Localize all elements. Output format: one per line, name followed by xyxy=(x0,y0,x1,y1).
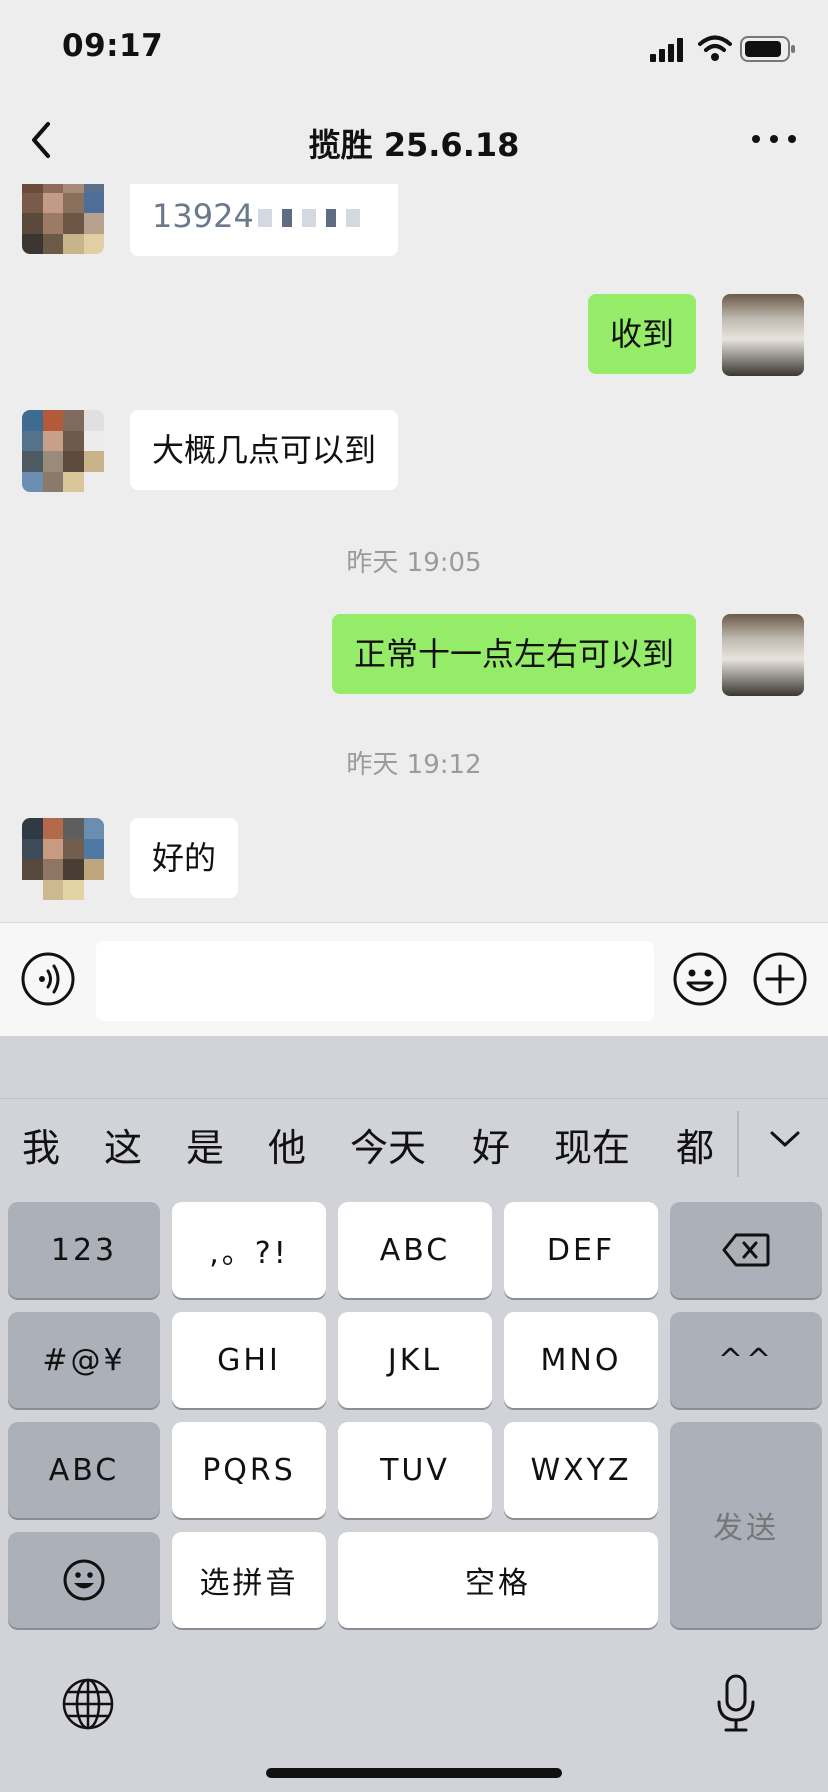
microphone-icon xyxy=(717,1674,755,1732)
more-button[interactable] xyxy=(746,116,802,162)
key-abc-switch[interactable]: ABC xyxy=(8,1422,160,1518)
nav-bar: 揽胜 25.6.18 xyxy=(0,96,828,185)
contact-avatar[interactable] xyxy=(22,410,104,492)
message-text: 大概几点可以到 xyxy=(152,431,377,469)
home-indicator[interactable] xyxy=(266,1768,562,1778)
wifi-icon xyxy=(698,35,732,61)
key-def[interactable]: DEF xyxy=(504,1202,658,1298)
key-ghi[interactable]: GHI xyxy=(172,1312,326,1408)
candidate-word[interactable]: 好 xyxy=(472,1117,510,1172)
key-abc[interactable]: ABC xyxy=(338,1202,492,1298)
candidate-word[interactable]: 他 xyxy=(268,1117,306,1172)
message-bubble-incoming[interactable]: 大概几点可以到 xyxy=(130,410,399,490)
timestamp: 昨天 19:05 xyxy=(346,548,482,578)
space-key[interactable]: 空格 xyxy=(338,1532,658,1628)
backspace-icon xyxy=(722,1233,770,1267)
self-avatar[interactable] xyxy=(722,294,804,376)
message-text: 13924 xyxy=(152,197,254,235)
voice-icon xyxy=(21,952,75,1006)
candidate-word[interactable]: 现在 xyxy=(554,1117,630,1172)
voice-button[interactable] xyxy=(20,951,76,1011)
message-bubble-outgoing[interactable]: 正常十一点左右可以到 xyxy=(331,614,696,694)
collapse-candidates-button[interactable] xyxy=(752,1113,818,1169)
battery-icon xyxy=(740,36,795,62)
timestamp: 昨天 19:12 xyxy=(346,750,482,780)
smiley-icon xyxy=(673,952,727,1006)
input-bar xyxy=(0,922,828,1037)
candidate-word[interactable]: 都 xyxy=(676,1117,714,1172)
message-bubble-incoming[interactable]: 好的 xyxy=(130,818,239,898)
emoji-key[interactable] xyxy=(8,1532,160,1628)
globe-button[interactable] xyxy=(60,1676,116,1736)
key-kaomoji[interactable]: ^^ xyxy=(670,1312,822,1408)
key-punctuation[interactable]: ,。?! xyxy=(172,1202,326,1298)
status-time: 09:17 xyxy=(62,28,164,64)
self-avatar[interactable] xyxy=(722,614,804,696)
keyboard: 我 这 是 他 今天 好 现在 都 123 ,。?! ABC DEF #@¥ G… xyxy=(0,1036,828,1792)
key-select-pinyin[interactable]: 选拼音 xyxy=(172,1532,326,1628)
send-key[interactable]: 发送 xyxy=(670,1422,822,1628)
ellipsis-icon xyxy=(752,135,796,143)
message-input[interactable] xyxy=(96,941,654,1021)
key-mno[interactable]: MNO xyxy=(504,1312,658,1408)
status-bar: 09:17 xyxy=(0,0,828,96)
microphone-button[interactable] xyxy=(712,1672,760,1740)
key-123[interactable]: 123 xyxy=(8,1202,160,1298)
key-wxyz[interactable]: WXYZ xyxy=(504,1422,658,1518)
message-text: 收到 xyxy=(609,315,674,353)
signal-icon xyxy=(650,38,683,62)
candidate-word[interactable]: 今天 xyxy=(350,1117,426,1172)
candidate-word[interactable]: 这 xyxy=(104,1117,142,1172)
chevron-down-icon xyxy=(770,1131,800,1147)
globe-icon xyxy=(62,1678,114,1730)
redacted-text xyxy=(257,209,368,227)
plus-circle-icon xyxy=(753,952,807,1006)
message-bubble-incoming[interactable]: 13924 xyxy=(130,184,398,256)
key-tuv[interactable]: TUV xyxy=(338,1422,492,1518)
message-text: 好的 xyxy=(152,839,217,877)
message-bubble-outgoing[interactable]: 收到 xyxy=(587,294,696,374)
contact-avatar[interactable] xyxy=(22,184,104,254)
smiley-icon xyxy=(63,1559,105,1601)
contact-avatar[interactable] xyxy=(22,818,104,900)
message-area[interactable]: 13924 收到 大概几点可以到 昨天 19:05 正常十一点左右可以到 昨天 … xyxy=(0,184,828,922)
candidate-word[interactable]: 我 xyxy=(22,1117,60,1172)
divider xyxy=(737,1111,739,1177)
message-text: 正常十一点左右可以到 xyxy=(353,635,674,673)
key-jkl[interactable]: JKL xyxy=(338,1312,492,1408)
key-pqrs[interactable]: PQRS xyxy=(172,1422,326,1518)
key-symbols[interactable]: #@¥ xyxy=(8,1312,160,1408)
delete-key[interactable] xyxy=(670,1202,822,1298)
candidate-word[interactable]: 是 xyxy=(186,1117,224,1172)
plus-button[interactable] xyxy=(752,951,808,1011)
emoji-button[interactable] xyxy=(672,951,728,1011)
chat-title: 揽胜 25.6.18 xyxy=(308,126,520,164)
candidate-bar: 我 这 是 他 今天 好 现在 都 xyxy=(0,1098,828,1189)
